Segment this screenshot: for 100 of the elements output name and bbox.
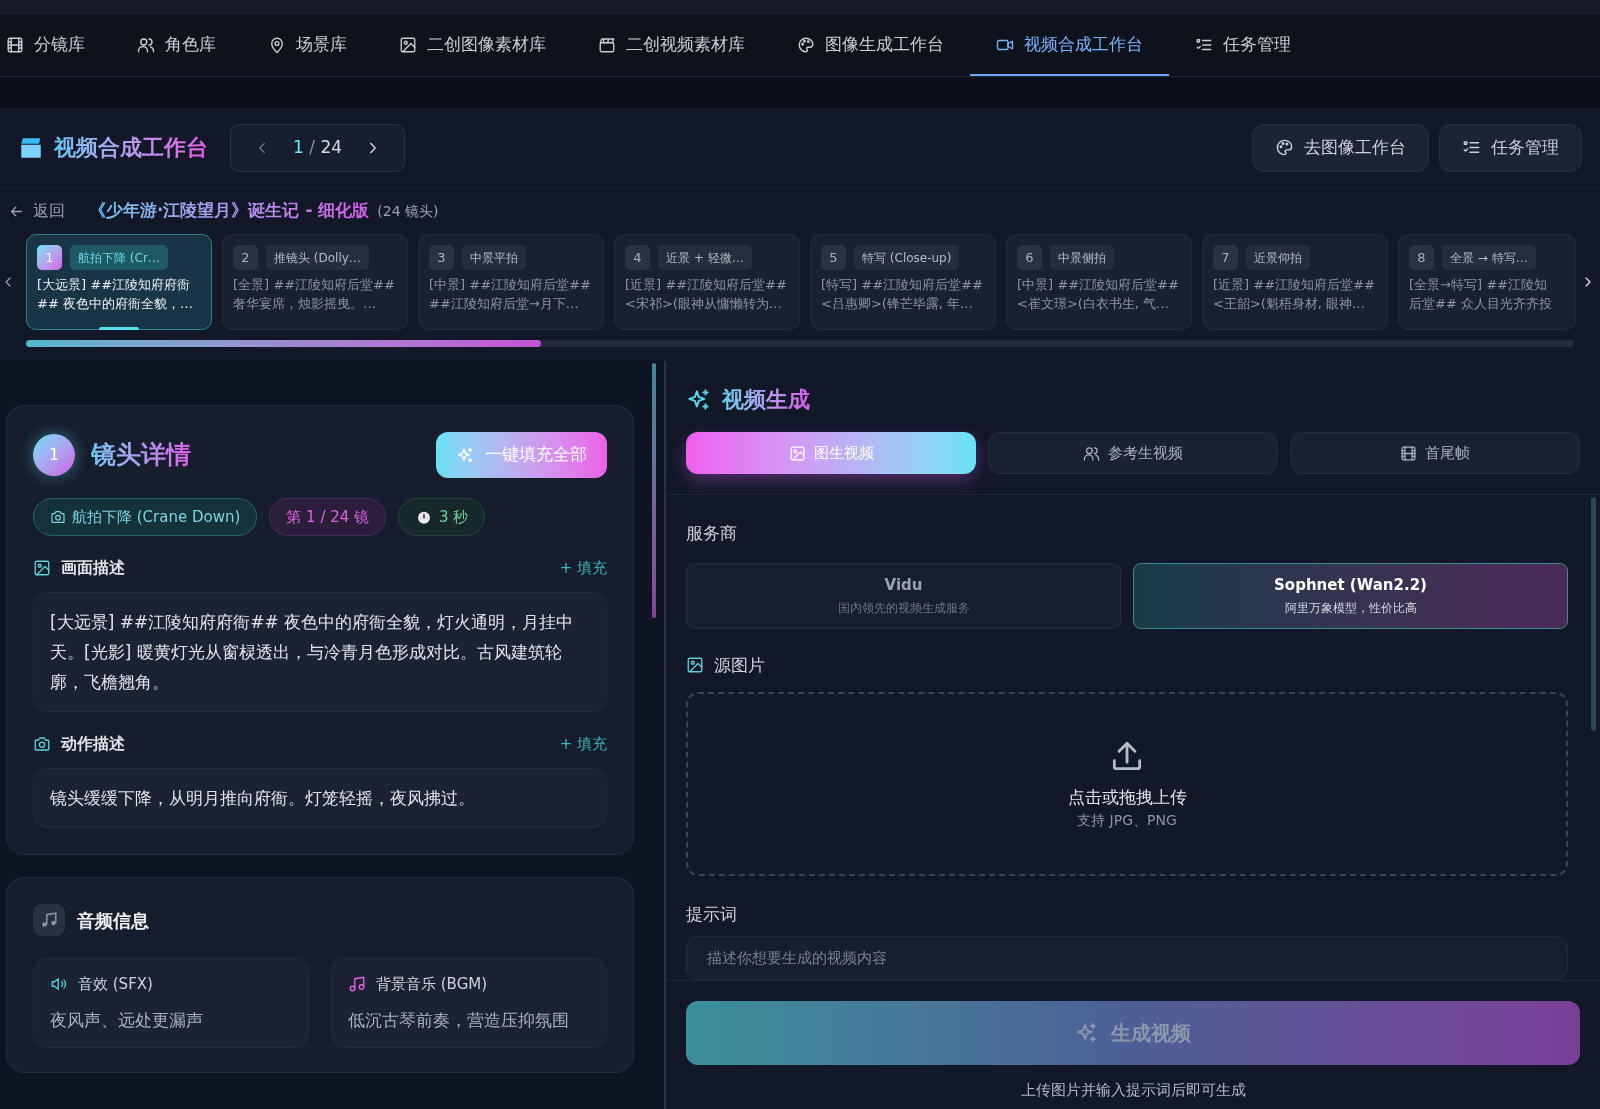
section-label: 画面描述 <box>61 557 125 579</box>
sparkle-icon <box>456 445 475 465</box>
mode-tab[interactable]: 首尾帧 <box>1290 432 1580 474</box>
music-note-icon <box>348 975 366 994</box>
nav-tab[interactable]: 二创图像素材库 <box>373 15 572 76</box>
tag-chip: 第 1 / 24 镜 <box>269 498 387 536</box>
shot-description: <王韶>(魁梧身材, 眼神… <box>1213 295 1367 313</box>
shot-description: <宋祁>(眼神从慵懒转为… <box>625 295 783 313</box>
nav-tab[interactable]: 场景库 <box>242 15 373 76</box>
scrollbar-thumb[interactable] <box>1591 497 1596 731</box>
shot-description: ##江陵知府后堂→月下… <box>429 295 580 313</box>
field-label: 源图片 <box>714 653 765 677</box>
sparkle-icon <box>686 386 712 413</box>
shot-description: [特写] ##江陵知府后堂## <box>821 276 984 294</box>
scrollbar-thumb[interactable] <box>652 363 656 618</box>
upload-hint: 支持 JPG、PNG <box>1077 811 1177 831</box>
section-label: 动作描述 <box>61 733 125 755</box>
shot-number: 2 <box>233 245 258 270</box>
music-note-icon <box>33 904 65 936</box>
shot-card[interactable]: 6 中景侧拍 [中景] ##江陵知府后堂## <崔文璟>(白衣书生, 气… <box>1006 234 1192 330</box>
shot-tag: 全景 → 特写… <box>1442 245 1536 270</box>
audio-label: 音效 (SFX) <box>78 974 153 995</box>
fill-link[interactable]: + 填充 <box>559 556 607 580</box>
shot-description: [全景] ##江陵知府后堂## <box>233 276 396 294</box>
shot-description: [近景] ##江陵知府后堂## <box>1213 276 1376 294</box>
prompt-field[interactable]: 描述你想要生成的视频内容 <box>686 935 1568 980</box>
shot-description: 后堂## 众人目光齐齐投 <box>1409 295 1553 313</box>
shot-description: ## 夜色中的府衙全貌，… <box>37 295 194 313</box>
shot-card[interactable]: 8 全景 → 特写… [全景→特写] ##江陵知 后堂## 众人目光齐齐投 <box>1398 234 1576 330</box>
shot-tag: 航拍下降 (Cr… <box>70 245 168 270</box>
camera-icon <box>33 735 51 753</box>
provider-option[interactable]: Sophnet (Wan2.2) 阿里万象模型，性价比高 <box>1133 562 1568 629</box>
nav-tab[interactable]: 角色库 <box>111 15 242 76</box>
users-icon <box>1083 444 1100 462</box>
image-icon <box>33 559 51 577</box>
shot-description: 奢华宴席，烛影摇曳。… <box>233 295 377 313</box>
image-icon <box>686 656 704 675</box>
shot-card[interactable]: 1 航拍下降 (Cr… [大远景] ##江陵知府府衙 ## 夜色中的府衙全貌，… <box>26 234 212 330</box>
shot-tag: 推镜头 (Dolly… <box>266 245 369 270</box>
shot-number: 3 <box>429 245 454 270</box>
shot-card[interactable]: 5 特写 (Close-up) [特写] ##江陵知府后堂## <吕惠卿>(锋芒毕露, 年… <box>810 234 996 330</box>
shot-tag: 近景 + 轻微… <box>658 245 752 270</box>
page-counter: 1 / 24 <box>293 135 342 159</box>
shot-tag: 中景侧拍 <box>1050 245 1114 270</box>
shot-card[interactable]: 4 近景 + 轻微… [近景] ##江陵知府后堂## <宋祁>(眼神从慵懒转为… <box>614 234 800 330</box>
palette-icon <box>797 35 815 54</box>
shot-card[interactable]: 2 推镜头 (Dolly… [全景] ##江陵知府后堂## 奢华宴席，烛影摇曳。… <box>222 234 408 330</box>
image-icon <box>399 35 417 54</box>
users-icon <box>137 35 155 54</box>
shot-description: [大远景] ##江陵知府府衙 <box>37 276 192 294</box>
tag-chip: 航拍下降 (Crane Down) <box>33 498 258 536</box>
image-icon <box>788 444 806 462</box>
shot-number: 6 <box>1017 245 1042 270</box>
description-text: [大远景] ##江陵知府府衙## 夜色中的府衙全貌，灯火通明，月挂中天。[光影] 暖黄灯光从窗棂透出，与冷青月色形成对比。古风建筑轮廓，飞檐翘角。 <box>33 592 607 712</box>
shot-tag: 特写 (Close-up) <box>854 245 960 270</box>
upload-dropzone[interactable]: 点击或拖拽上传 支持 JPG、PNG <box>686 692 1568 876</box>
shot-number: 1 <box>37 245 62 270</box>
shot-description: [中景] ##江陵知府后堂## <box>429 276 592 294</box>
palette-icon <box>1275 138 1294 157</box>
shot-card[interactable]: 7 近景仰拍 [近景] ##江陵知府后堂## <王韶>(魁梧身材, 眼神… <box>1202 234 1388 330</box>
nav-tab[interactable]: 分镜库 <box>6 15 111 76</box>
shot-description: [近景] ##江陵知府后堂## <box>625 276 788 294</box>
fill-link[interactable]: + 填充 <box>559 732 607 756</box>
shot-description: <吕惠卿>(锋芒毕露, 年… <box>821 295 975 313</box>
tag-chip: 3 秒 <box>398 498 486 536</box>
shot-number: 8 <box>1409 245 1434 270</box>
hint-text: 上传图片并输入提示词后即可生成 <box>1020 1079 1246 1101</box>
card-title: 音频信息 <box>77 908 149 933</box>
back-button[interactable]: 返回 <box>8 199 65 223</box>
header-button[interactable]: 去图像工作台 <box>1252 123 1429 172</box>
field-label: 服务商 <box>686 522 738 545</box>
camera-icon <box>50 509 66 525</box>
mode-tab[interactable]: 参考生视频 <box>988 432 1278 474</box>
provider-option[interactable]: Vidu 国内领先的视频生成服务 <box>686 562 1121 629</box>
film-icon <box>1400 444 1417 462</box>
audio-label: 背景音乐 (BGM) <box>376 974 488 995</box>
shot-card[interactable]: 3 中景平拍 [中景] ##江陵知府后堂## ##江陵知府后堂→月下… <box>418 234 604 330</box>
shot-number: 7 <box>1213 245 1238 270</box>
nav-tab[interactable]: 图像生成工作台 <box>771 15 970 76</box>
shot-description: <崔文璟>(白衣书生, 气… <box>1017 295 1171 313</box>
shot-count: (24 镜头) <box>377 201 439 221</box>
shot-description: [中景] ##江陵知府后堂## <box>1017 276 1180 294</box>
upload-title: 点击或拖拽上传 <box>1067 785 1187 809</box>
audio-text: 夜风声、远处更漏声 <box>50 1008 204 1032</box>
shot-number: 4 <box>625 245 650 270</box>
film-icon <box>6 35 24 54</box>
audio-text: 低沉古琴前奏，营造压抑氛围 <box>348 1008 570 1032</box>
field-label: 提示词 <box>686 903 738 926</box>
nav-tab[interactable]: 任务管理 <box>1169 15 1317 76</box>
shot-number-badge: 1 <box>33 434 75 476</box>
shot-tag: 近景仰拍 <box>1246 245 1310 270</box>
map-pin-icon <box>268 35 286 54</box>
sparkle-icon <box>1075 1020 1099 1045</box>
nav-tab[interactable]: 二创视频素材库 <box>572 15 771 76</box>
description-text: 镜头缓缓下降，从明月推向府衙。灯笼轻摇，夜风拂过。 <box>33 768 607 828</box>
shot-description: [全景→特写] ##江陵知 <box>1409 276 1548 294</box>
header-button[interactable]: 任务管理 <box>1439 123 1582 172</box>
nav-tab[interactable]: 视频合成工作台 <box>970 15 1169 76</box>
shot-number: 5 <box>821 245 846 270</box>
shot-tag: 中景平拍 <box>462 245 526 270</box>
